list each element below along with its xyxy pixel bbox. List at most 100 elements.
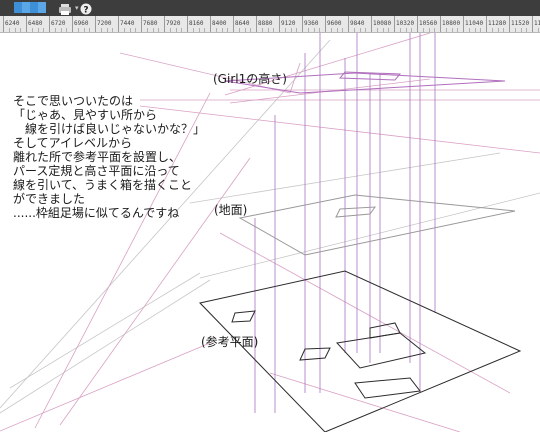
ruler-minor-tick xyxy=(43,28,45,32)
ruler-tick-label: 7680 xyxy=(143,20,158,27)
ruler-tick-label: 11520 xyxy=(511,20,530,27)
ruler-minor-tick xyxy=(158,28,160,32)
ruler-minor-tick xyxy=(238,28,240,32)
ruler-minor-tick xyxy=(37,28,39,32)
ruler-minor-tick xyxy=(376,28,378,32)
ruler-minor-tick xyxy=(336,28,338,32)
ruler-minor-tick xyxy=(451,28,453,32)
ruler-tick-mark xyxy=(302,16,303,32)
ruler-minor-tick xyxy=(204,28,206,32)
ruler-tick-label: 11760 xyxy=(534,20,540,27)
ruler-tick-mark xyxy=(325,16,326,32)
ruler-tick-label: 6960 xyxy=(74,20,89,27)
ruler-minor-tick xyxy=(503,28,505,32)
ruler-minor-tick xyxy=(290,28,292,32)
ruler-tick-label: 7440 xyxy=(120,20,135,27)
ruler-minor-tick xyxy=(106,28,108,32)
ruler-minor-tick xyxy=(537,28,539,32)
ruler-tick-label: 8160 xyxy=(189,20,204,27)
ruler-minor-tick xyxy=(514,28,516,32)
ruler-minor-tick xyxy=(411,28,413,32)
ruler-tick-label: 11280 xyxy=(488,20,507,27)
ruler-tick-label: 11040 xyxy=(465,20,484,27)
ruler-tick-mark xyxy=(532,16,533,32)
ruler-tick-mark xyxy=(440,16,441,32)
ruler-minor-tick xyxy=(14,28,16,32)
perspective-drawing xyxy=(0,33,540,432)
ruler-minor-tick xyxy=(60,28,62,32)
ruler-tick-label: 8400 xyxy=(212,20,227,27)
ruler-tick-label: 9120 xyxy=(281,20,296,27)
ruler-minor-tick xyxy=(181,28,183,32)
reference-plane-label: (参考平面) xyxy=(201,335,259,349)
ruler-minor-tick xyxy=(54,28,56,32)
pencil-tool-icon[interactable] xyxy=(30,2,38,13)
ruler-minor-tick xyxy=(250,28,252,32)
ruler-minor-tick xyxy=(129,28,131,32)
ruler-minor-tick xyxy=(175,28,177,32)
ruler-tick-label: 8640 xyxy=(235,20,250,27)
ruler-minor-tick xyxy=(382,28,384,32)
print-icon[interactable] xyxy=(58,1,72,15)
ruler-minor-tick xyxy=(198,28,200,32)
ruler-minor-tick xyxy=(399,28,401,32)
ruler-minor-tick xyxy=(428,28,430,32)
ruler-minor-tick xyxy=(31,28,33,32)
ruler-minor-tick xyxy=(112,28,114,32)
ruler-minor-tick xyxy=(8,28,10,32)
ruler-minor-tick xyxy=(497,28,499,32)
note-line: 「じゃあ、見やすい所から xyxy=(13,108,158,122)
help-icon[interactable]: ? xyxy=(80,1,92,16)
ruler-tick-mark xyxy=(348,16,349,32)
ground-label: (地面) xyxy=(214,203,248,217)
ruler-tick-label: 9600 xyxy=(327,20,342,27)
ruler-minor-tick xyxy=(520,28,522,32)
note-line: ができました xyxy=(13,192,86,206)
ruler-minor-tick xyxy=(89,28,91,32)
ruler-minor-tick xyxy=(353,28,355,32)
ruler-minor-tick xyxy=(365,28,367,32)
ruler-minor-tick xyxy=(244,28,246,32)
ruler-tick-mark xyxy=(417,16,418,32)
horizontal-ruler[interactable]: 6240 6480 6720 6960 7200 7440 7680 7920 8160 8400… xyxy=(0,16,540,33)
ruler-minor-tick xyxy=(284,28,286,32)
ruler-minor-tick xyxy=(319,28,321,32)
note-line: ......枠組足場に似てるんですね xyxy=(13,206,180,220)
ruler-tick-label: 7920 xyxy=(166,20,181,27)
note-line: そしてアイレベルから xyxy=(13,136,133,150)
ruler-tick-label: 8880 xyxy=(258,20,273,27)
brush-tool-icon[interactable] xyxy=(14,2,22,13)
ruler-tick-mark xyxy=(233,16,234,32)
ruler-minor-tick xyxy=(468,28,470,32)
ruler-minor-tick xyxy=(83,28,85,32)
ruler-minor-tick xyxy=(267,28,269,32)
ruler-tick-mark xyxy=(509,16,510,32)
ruler-tick-label: 10080 xyxy=(373,20,392,27)
ruler-minor-tick xyxy=(342,28,344,32)
ruler-minor-tick xyxy=(192,28,194,32)
ruler-tick-mark xyxy=(141,16,142,32)
ruler-minor-tick xyxy=(169,28,171,32)
ruler-minor-tick xyxy=(388,28,390,32)
ruler-tick-mark xyxy=(49,16,50,32)
ruler-minor-tick xyxy=(66,28,68,32)
pen-tool-icon[interactable] xyxy=(22,2,30,13)
ruler-tick-mark xyxy=(3,16,4,32)
ruler-tick-mark xyxy=(72,16,73,32)
ruler-minor-tick xyxy=(359,28,361,32)
note-line: 線を引けば良いじゃないかな？」 xyxy=(13,122,206,136)
ruler-minor-tick xyxy=(491,28,493,32)
ruler-tick-mark xyxy=(187,16,188,32)
marker-tool-icon[interactable] xyxy=(38,2,46,13)
drawing-canvas[interactable]: そこで思いついたのは 「じゃあ、見やすい所から 線を引けば良いじゃないかな？」 そし… xyxy=(0,33,540,432)
ruler-tick-label: 6240 xyxy=(5,20,20,27)
ruler-minor-tick xyxy=(261,28,263,32)
ruler-tick-label: 10560 xyxy=(419,20,438,27)
ruler-minor-tick xyxy=(330,28,332,32)
ruler-tick-mark xyxy=(486,16,487,32)
ruler-minor-tick xyxy=(422,28,424,32)
ruler-minor-tick xyxy=(313,28,315,32)
ruler-minor-tick xyxy=(221,28,223,32)
ruler-tick-label: 6720 xyxy=(51,20,66,27)
ruler-minor-tick xyxy=(526,28,528,32)
